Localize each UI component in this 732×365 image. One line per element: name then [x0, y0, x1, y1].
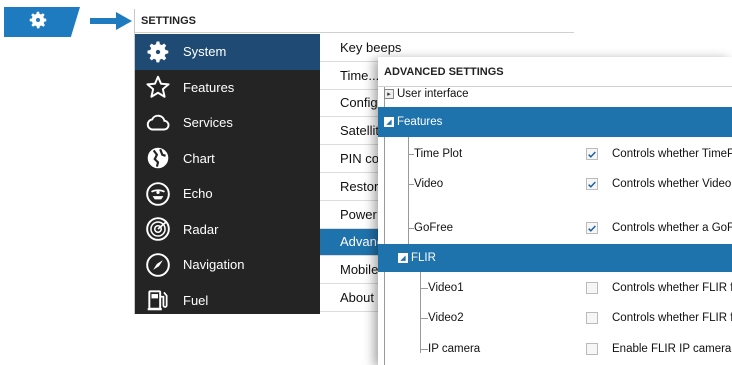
- sidebar-item-services[interactable]: Services: [135, 105, 320, 141]
- tree-row-label: Time Plot: [414, 148, 463, 160]
- tree-row-label: GoFree: [414, 222, 453, 234]
- fuel-pump-icon: [145, 287, 171, 313]
- tree-row-description: Controls whether a GoFree: [612, 222, 732, 234]
- tree-row-video2[interactable]: Video2 Controls whether FLIR feat: [378, 305, 732, 331]
- compass-icon: [145, 252, 171, 278]
- sidebar-item-label: Echo: [183, 186, 213, 202]
- video2-checkbox[interactable]: [586, 312, 598, 324]
- settings-title: SETTINGS: [135, 9, 574, 33]
- ip-camera-checkbox[interactable]: [586, 343, 598, 355]
- tree-row-description: Enable FLIR IP camera wit: [612, 343, 732, 355]
- sidebar-item-system[interactable]: System: [135, 34, 320, 70]
- cloud-icon: [145, 110, 171, 136]
- sidebar-item-label: Radar: [183, 221, 219, 237]
- tree-row-label: User interface: [397, 88, 469, 100]
- sidebar-item-chart[interactable]: Chart: [135, 141, 320, 177]
- star-icon: [145, 74, 171, 100]
- time-plot-checkbox[interactable]: [586, 148, 598, 160]
- sidebar-item-label: Services: [183, 115, 233, 131]
- tree-row-video[interactable]: Video Controls whether Video fe: [378, 171, 732, 197]
- video1-checkbox[interactable]: [586, 282, 598, 294]
- gear-icon: [29, 9, 49, 36]
- advanced-settings-dialog: ADVANCED SETTINGS ▸ User interface ◢ Fea…: [378, 57, 732, 365]
- tree-row-ip-camera[interactable]: IP camera Enable FLIR IP camera wit: [378, 336, 732, 362]
- sidebar-item-label: Fuel: [183, 292, 209, 308]
- chart-icon: [145, 145, 171, 171]
- tree-row-label: Video2: [428, 312, 464, 324]
- sidebar-item-radar[interactable]: Radar: [135, 212, 320, 248]
- gofree-checkbox[interactable]: [586, 222, 598, 234]
- sidebar-item-label: System: [183, 44, 227, 60]
- advanced-settings-title: ADVANCED SETTINGS: [378, 57, 732, 87]
- expand-icon[interactable]: ▸: [384, 89, 394, 99]
- sidebar-item-label: Chart: [183, 150, 215, 166]
- video-checkbox[interactable]: [586, 178, 598, 190]
- tree-row-label: Features: [397, 116, 443, 128]
- settings-badge[interactable]: [4, 7, 80, 37]
- arrow-right-icon: [90, 12, 132, 30]
- collapse-icon[interactable]: ◢: [398, 253, 408, 263]
- echo-icon: [145, 181, 171, 207]
- sidebar-item-features[interactable]: Features: [135, 70, 320, 106]
- screenshot-stage: SETTINGS System Features Services Chart …: [0, 0, 732, 365]
- sidebar-item-label: Navigation: [183, 257, 245, 273]
- tree-row-features[interactable]: ◢ Features: [378, 107, 732, 137]
- tree-row-flir[interactable]: ◢ FLIR: [378, 244, 732, 272]
- sidebar-item-fuel[interactable]: Fuel: [135, 283, 320, 319]
- tree-row-description: Controls whether FLIR feat: [612, 282, 732, 294]
- tree-row-gofree[interactable]: GoFree Controls whether a GoFree: [378, 215, 732, 241]
- tree-row-label: Video1: [428, 282, 464, 294]
- settings-sidebar: System Features Services Chart Echo Rada…: [135, 34, 320, 314]
- sidebar-item-navigation[interactable]: Navigation: [135, 247, 320, 283]
- tree-row-description: Controls whether TimePlo: [612, 148, 732, 160]
- tree-row-description: Controls whether FLIR feat: [612, 312, 732, 324]
- tree-row-label: Video: [414, 178, 444, 190]
- gear-icon: [145, 39, 171, 65]
- tree-row-video1[interactable]: Video1 Controls whether FLIR feat: [378, 275, 732, 301]
- radar-icon: [145, 216, 171, 242]
- collapse-icon[interactable]: ◢: [384, 117, 394, 127]
- tree-row-user-interface[interactable]: ▸ User interface: [378, 87, 732, 101]
- sidebar-item-echo[interactable]: Echo: [135, 176, 320, 212]
- tree-row-label: FLIR: [411, 252, 436, 264]
- tree-row-label: IP camera: [428, 343, 481, 355]
- tree-row-time-plot[interactable]: Time Plot Controls whether TimePlo: [378, 141, 732, 167]
- sidebar-item-label: Features: [183, 79, 235, 95]
- tree-row-description: Controls whether Video fe: [612, 178, 732, 190]
